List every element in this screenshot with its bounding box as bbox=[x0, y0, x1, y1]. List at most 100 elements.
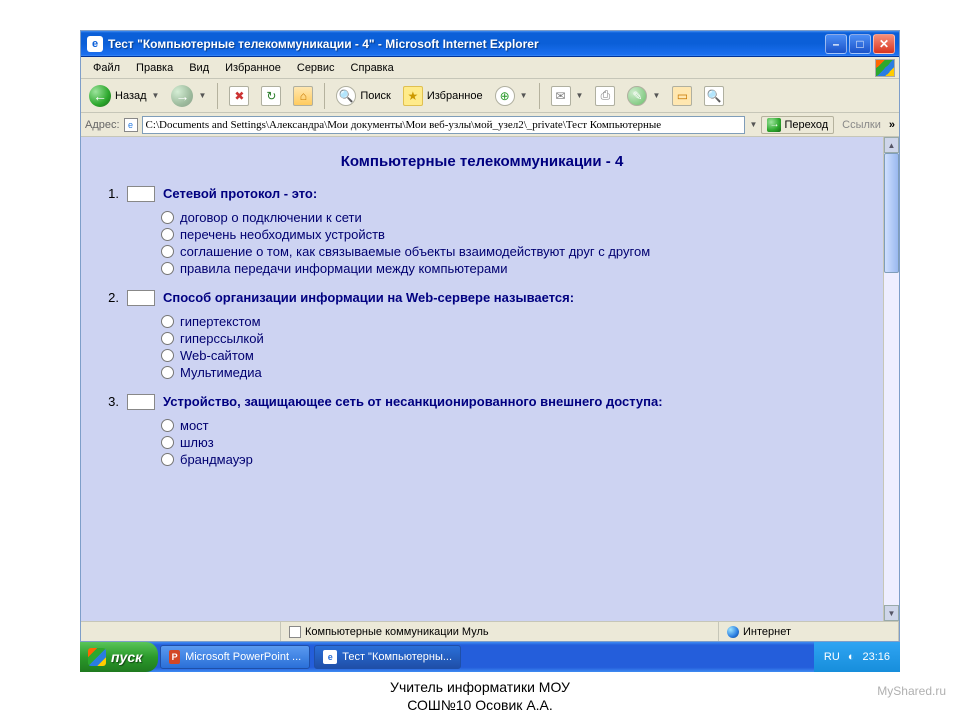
option[interactable]: шлюз bbox=[161, 435, 863, 450]
status-cell bbox=[81, 622, 281, 641]
taskbar-item-ie[interactable]: e Тест "Компьютерны... bbox=[314, 645, 461, 669]
forward-icon: → bbox=[171, 85, 193, 107]
answer-box[interactable] bbox=[127, 186, 155, 202]
radio-input[interactable] bbox=[161, 332, 174, 345]
start-button[interactable]: пуск bbox=[80, 642, 158, 672]
option-label: Web-сайтом bbox=[180, 348, 254, 363]
option[interactable]: Web-сайтом bbox=[161, 348, 863, 363]
radio-input[interactable] bbox=[161, 245, 174, 258]
menu-file[interactable]: Файл bbox=[85, 60, 128, 76]
status-zone: Интернет bbox=[719, 622, 899, 641]
research-button[interactable]: 🔍 bbox=[700, 83, 728, 109]
menu-favorites[interactable]: Избранное bbox=[217, 60, 289, 76]
question-number: 1. bbox=[101, 186, 119, 201]
search-button[interactable]: 🔍 Поиск bbox=[332, 83, 394, 109]
forward-button[interactable]: → ▼ bbox=[167, 83, 210, 109]
radio-input[interactable] bbox=[161, 453, 174, 466]
refresh-button[interactable]: ↻ bbox=[257, 83, 285, 109]
addressbar: Адрес: e ▼ → Переход Ссылки » bbox=[81, 113, 899, 137]
clock[interactable]: 23:16 bbox=[862, 651, 890, 663]
media-button[interactable]: ⊕▼ bbox=[491, 83, 532, 109]
radio-input[interactable] bbox=[161, 262, 174, 275]
back-label: Назад bbox=[115, 90, 147, 102]
radio-input[interactable] bbox=[161, 366, 174, 379]
menu-view[interactable]: Вид bbox=[181, 60, 217, 76]
chevron-down-icon: ▼ bbox=[520, 91, 528, 100]
option[interactable]: правила передачи информации между компью… bbox=[161, 261, 863, 276]
maximize-button[interactable]: □ bbox=[849, 34, 871, 54]
status-text: Компьютерные коммуникации Муль bbox=[305, 626, 489, 638]
option[interactable]: брандмауэр bbox=[161, 452, 863, 467]
print-button[interactable]: ⎙ bbox=[591, 83, 619, 109]
option[interactable]: гипертекстом bbox=[161, 314, 863, 329]
radio-input[interactable] bbox=[161, 419, 174, 432]
option[interactable]: гиперссылкой bbox=[161, 331, 863, 346]
page-title: Компьютерные телекоммуникации - 4 bbox=[101, 153, 863, 170]
start-label: пуск bbox=[111, 649, 142, 665]
toolbar: ← Назад ▼ → ▼ ✖ ↻ ⌂ 🔍 Поиск ★ Избранное … bbox=[81, 79, 899, 113]
scroll-down-button[interactable]: ▼ bbox=[884, 605, 899, 621]
answer-box[interactable] bbox=[127, 394, 155, 410]
back-button[interactable]: ← Назад ▼ bbox=[85, 83, 163, 109]
option[interactable]: договор о подключении к сети bbox=[161, 210, 863, 225]
question-number: 3. bbox=[101, 394, 119, 409]
scroll-up-button[interactable]: ▲ bbox=[884, 137, 899, 153]
option-label: Мультимедиа bbox=[180, 365, 262, 380]
separator bbox=[324, 83, 325, 109]
favorites-button[interactable]: ★ Избранное bbox=[399, 83, 487, 109]
links-label[interactable]: Ссылки bbox=[838, 119, 885, 131]
taskbar: пуск P Microsoft PowerPoint ... e Тест "… bbox=[80, 642, 900, 672]
option-label: соглашение о том, как связываемые объект… bbox=[180, 244, 650, 259]
option[interactable]: Мультимедиа bbox=[161, 365, 863, 380]
chevron-down-icon[interactable]: ▼ bbox=[750, 120, 758, 129]
minimize-button[interactable]: – bbox=[825, 34, 847, 54]
radio-input[interactable] bbox=[161, 228, 174, 241]
option[interactable]: перечень необходимых устройств bbox=[161, 227, 863, 242]
page-icon bbox=[289, 626, 301, 638]
menu-edit[interactable]: Правка bbox=[128, 60, 181, 76]
favorites-label: Избранное bbox=[427, 90, 483, 102]
radio-input[interactable] bbox=[161, 315, 174, 328]
answer-box[interactable] bbox=[127, 290, 155, 306]
menu-help[interactable]: Справка bbox=[343, 60, 402, 76]
mail-button[interactable]: ✉▼ bbox=[547, 83, 588, 109]
discuss-button[interactable]: ▭ bbox=[668, 83, 696, 109]
go-label: Переход bbox=[784, 119, 828, 131]
watermark: MyShared.ru bbox=[877, 684, 946, 698]
taskbar-item-powerpoint[interactable]: P Microsoft PowerPoint ... bbox=[160, 645, 310, 669]
edit-icon: ✎ bbox=[627, 86, 647, 106]
address-input[interactable] bbox=[142, 116, 745, 134]
globe-icon bbox=[727, 626, 739, 638]
chevron-right-icon[interactable]: » bbox=[889, 119, 895, 131]
radio-input[interactable] bbox=[161, 211, 174, 224]
menubar: Файл Правка Вид Избранное Сервис Справка bbox=[81, 57, 899, 79]
print-icon: ⎙ bbox=[595, 86, 615, 106]
option[interactable]: соглашение о том, как связываемые объект… bbox=[161, 244, 863, 259]
go-button[interactable]: → Переход bbox=[761, 116, 834, 134]
menu-tools[interactable]: Сервис bbox=[289, 60, 343, 76]
question-text: Устройство, защищающее сеть от несанкцио… bbox=[163, 394, 663, 409]
edit-button[interactable]: ✎▼ bbox=[623, 83, 664, 109]
window-title: Тест "Компьютерные телекоммуникации - 4"… bbox=[108, 37, 825, 51]
question-text: Сетевой протокол - это: bbox=[163, 186, 317, 201]
scroll-thumb[interactable] bbox=[884, 153, 899, 273]
home-button[interactable]: ⌂ bbox=[289, 83, 317, 109]
close-button[interactable]: ✕ bbox=[873, 34, 895, 54]
media-icon: ⊕ bbox=[495, 86, 515, 106]
language-indicator[interactable]: RU bbox=[824, 651, 840, 663]
option[interactable]: мост bbox=[161, 418, 863, 433]
system-tray[interactable]: RU ◐ 23:16 bbox=[814, 642, 900, 672]
scroll-track[interactable] bbox=[884, 153, 899, 605]
radio-input[interactable] bbox=[161, 436, 174, 449]
question-2: 2. Способ организации информации на Web-… bbox=[101, 290, 863, 380]
star-icon: ★ bbox=[403, 86, 423, 106]
folder-icon: ▭ bbox=[672, 86, 692, 106]
stop-button[interactable]: ✖ bbox=[225, 83, 253, 109]
radio-input[interactable] bbox=[161, 349, 174, 362]
chevron-down-icon: ▼ bbox=[576, 91, 584, 100]
ie-icon: e bbox=[87, 36, 103, 52]
powerpoint-icon: P bbox=[169, 650, 180, 664]
vertical-scrollbar[interactable]: ▲ ▼ bbox=[883, 137, 899, 621]
tray-icon[interactable]: ◐ bbox=[848, 651, 855, 663]
task-label: Тест "Компьютерны... bbox=[342, 651, 452, 663]
